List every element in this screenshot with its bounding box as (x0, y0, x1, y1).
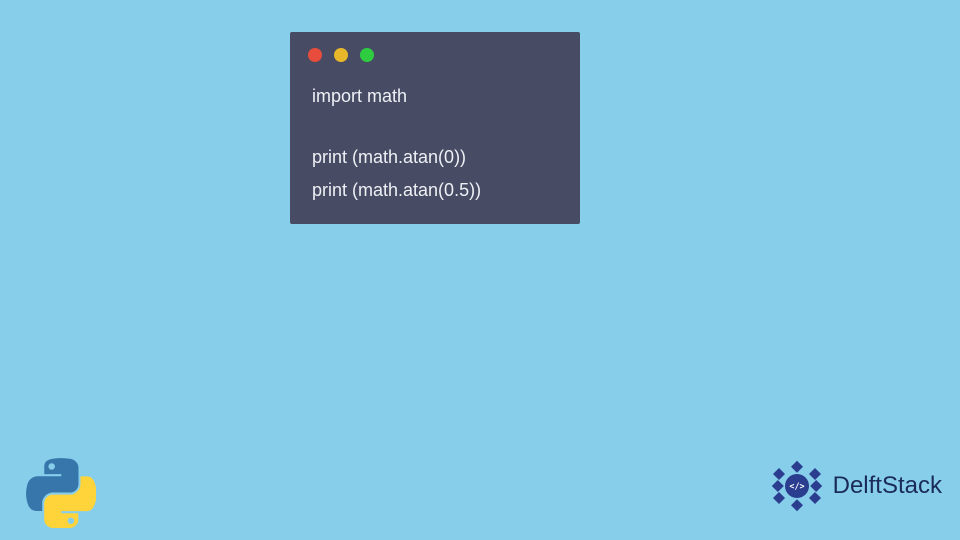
window-close-icon (308, 48, 322, 62)
code-blank-line (312, 112, 558, 141)
python-logo-icon (26, 458, 96, 528)
brand-icon: </> (767, 456, 827, 516)
window-maximize-icon (360, 48, 374, 62)
svg-text:</>: </> (789, 481, 804, 491)
code-line: print (math.atan(0.5)) (312, 174, 558, 206)
code-line: import math (312, 80, 558, 112)
brand-logo: </> DelftStack (767, 456, 942, 516)
brand-name: DelftStack (833, 472, 942, 500)
code-line: print (math.atan(0)) (312, 141, 558, 173)
code-body: import math print (math.atan(0)) print (… (290, 72, 580, 206)
window-titlebar (290, 32, 580, 72)
window-minimize-icon (334, 48, 348, 62)
code-window: import math print (math.atan(0)) print (… (290, 32, 580, 224)
